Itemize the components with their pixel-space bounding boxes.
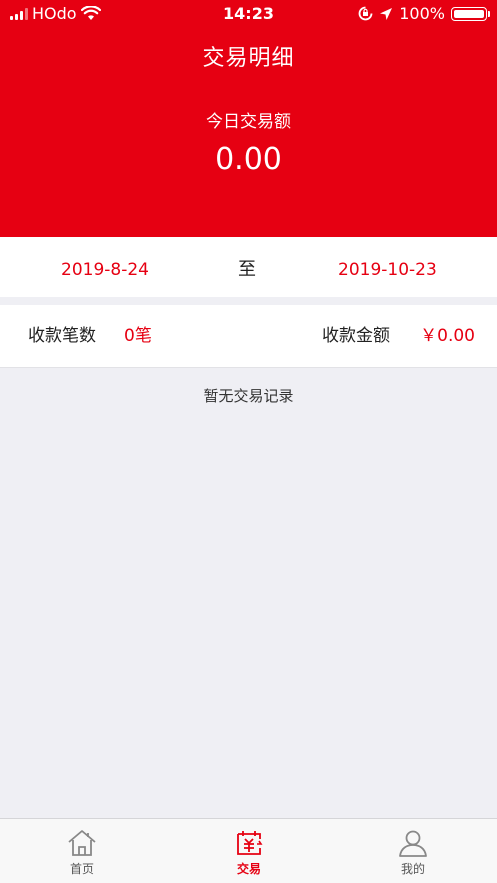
- page-title: 交易明细: [202, 46, 295, 71]
- receipt-count-value: 0笔: [124, 326, 152, 346]
- trade-calendar-icon: [237, 831, 263, 855]
- tab-home-label: 首页: [69, 862, 94, 876]
- user-icon: [399, 830, 427, 857]
- location-arrow-icon: [380, 7, 393, 20]
- home-icon: [68, 830, 96, 856]
- tab-trade-label: 交易: [236, 862, 261, 876]
- rotation-lock-icon: [358, 6, 373, 21]
- tab-bar: 首页 交易 我的: [0, 818, 497, 883]
- today-volume-label: 今日交易额: [206, 112, 291, 132]
- tab-mine[interactable]: 我的: [353, 819, 473, 883]
- header: HOdo 14:23 100% 交易明细 今日交易额 0.00: [0, 0, 497, 237]
- date-separator: 至: [238, 259, 256, 280]
- battery-percent: 100%: [399, 4, 445, 23]
- date-range-row: 2019-8-24 至 2019-10-23: [0, 237, 497, 297]
- tab-home[interactable]: 首页: [22, 819, 142, 883]
- tab-trade[interactable]: 交易: [189, 819, 309, 883]
- today-volume-amount: 0.00: [215, 142, 282, 177]
- status-right: 100%: [358, 4, 490, 23]
- start-date-picker[interactable]: 2019-8-24: [61, 237, 149, 297]
- battery-icon: [451, 6, 490, 21]
- summary-row: 收款笔数 0笔 收款金额 ￥0.00: [0, 305, 497, 368]
- receipt-amount-value: ￥0.00: [420, 326, 475, 346]
- receipt-count-label: 收款笔数: [28, 326, 96, 346]
- tab-mine-label: 我的: [400, 862, 425, 876]
- end-date-picker[interactable]: 2019-10-23: [338, 237, 437, 297]
- empty-state-text: 暂无交易记录: [203, 387, 294, 405]
- receipt-amount-label: 收款金额: [322, 326, 390, 346]
- status-bar: HOdo 14:23 100%: [0, 0, 497, 30]
